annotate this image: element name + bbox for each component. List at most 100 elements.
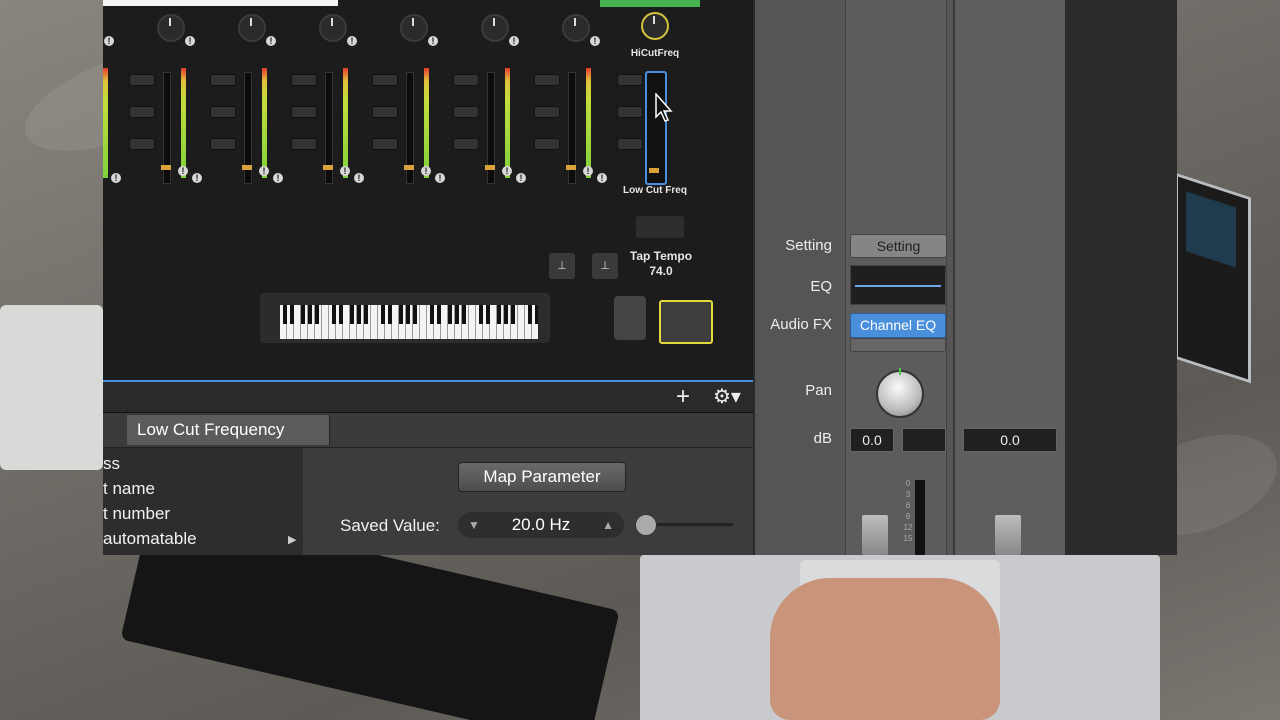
knob[interactable]: [319, 14, 347, 42]
saved-value-stepper[interactable]: ▼ 20.0 Hz ▲: [458, 512, 624, 538]
db-label: dB: [813, 430, 832, 447]
channel-eq-slot[interactable]: Channel EQ: [850, 313, 946, 338]
channel-button[interactable]: [291, 138, 317, 150]
saved-value: 20.0 Hz: [511, 515, 571, 534]
channel-button[interactable]: [453, 74, 479, 86]
volume-db-field[interactable]: 0.0: [963, 428, 1057, 452]
eq-label: EQ: [810, 278, 832, 295]
channel-button[interactable]: [129, 74, 155, 86]
warning-icon: !: [583, 166, 593, 176]
channel-button[interactable]: [617, 138, 643, 150]
channel-button[interactable]: [534, 138, 560, 150]
warning-icon: !: [421, 166, 431, 176]
channel-strip-area: Setting Setting EQ Audio FX Channel EQ P…: [755, 0, 1177, 555]
level-meter: [505, 68, 510, 178]
midi-keyboard-left: [0, 305, 103, 470]
increment-icon[interactable]: ▲: [602, 512, 614, 538]
value-slider-handle[interactable]: [635, 514, 657, 536]
scale-tick: 0: [905, 479, 911, 488]
knob[interactable]: [481, 14, 509, 42]
warning-icon: !: [104, 36, 114, 46]
warning-icon: !: [185, 36, 195, 46]
channel-button[interactable]: [617, 106, 643, 118]
channel-button[interactable]: [372, 138, 398, 150]
hicutfreq-knob[interactable]: [641, 12, 669, 40]
fader-handle[interactable]: [485, 165, 495, 170]
knob[interactable]: [157, 14, 185, 42]
scale-tick: 12: [903, 523, 913, 532]
scale-tick: 9: [905, 512, 911, 521]
mod-wheel-icon[interactable]: ⊥: [592, 253, 618, 279]
knob[interactable]: [400, 14, 428, 42]
channel-button[interactable]: [210, 106, 236, 118]
level-meter: [915, 480, 925, 555]
channel-button[interactable]: [534, 106, 560, 118]
map-parameter-button[interactable]: Map Parameter: [458, 462, 626, 492]
fader-handle[interactable]: [242, 165, 252, 170]
channel-button[interactable]: [210, 74, 236, 86]
laptop-side: [1175, 172, 1251, 384]
sustain-pedal-icon[interactable]: [659, 300, 713, 344]
level-meter: [586, 68, 591, 178]
mouse-cursor-icon: [655, 93, 673, 122]
warning-icon: !: [340, 166, 350, 176]
piano-keys[interactable]: [280, 305, 538, 339]
fader-handle[interactable]: [566, 165, 576, 170]
knob[interactable]: [238, 14, 266, 42]
channel-button[interactable]: [372, 74, 398, 86]
pan-knob[interactable]: [876, 368, 924, 418]
channel-button[interactable]: [453, 138, 479, 150]
volume-fader[interactable]: [995, 515, 1021, 555]
channel-button[interactable]: [617, 74, 643, 86]
fader-handle[interactable]: [323, 165, 333, 170]
list-item[interactable]: t number: [103, 504, 170, 524]
panel-toolbar: + ⚙▾: [103, 382, 753, 413]
level-meter: [181, 68, 186, 178]
volume-fader[interactable]: [862, 515, 888, 555]
channel-button[interactable]: [210, 138, 236, 150]
volume-db-field[interactable]: 0.0: [850, 428, 894, 452]
channel-button[interactable]: [453, 106, 479, 118]
warning-icon: !: [516, 173, 526, 183]
gear-icon[interactable]: ⚙▾: [713, 386, 749, 408]
fader-handle[interactable]: [649, 168, 659, 173]
scale-tick: 6: [905, 501, 911, 510]
peak-field[interactable]: [902, 428, 946, 452]
keyboard-widget[interactable]: [260, 293, 550, 343]
audio-fx-label: Audio FX: [770, 316, 832, 333]
dark-column: [1065, 0, 1177, 555]
channel-button[interactable]: [129, 138, 155, 150]
warning-icon: !: [597, 173, 607, 183]
pitch-bend-icon[interactable]: ⊥: [549, 253, 575, 279]
add-icon[interactable]: +: [671, 385, 695, 409]
channel-button[interactable]: [372, 106, 398, 118]
expression-pedal-icon[interactable]: [614, 296, 646, 340]
empty-fx-slot[interactable]: [850, 338, 946, 352]
warning-icon: !: [502, 166, 512, 176]
fader-handle[interactable]: [404, 165, 414, 170]
channel-button[interactable]: [291, 106, 317, 118]
setting-button[interactable]: Setting: [850, 234, 947, 258]
submenu-arrow-icon: ▶: [288, 534, 297, 546]
top-strip: [103, 0, 338, 6]
channel-button[interactable]: [534, 74, 560, 86]
list-item[interactable]: automatable: [103, 529, 197, 549]
fader-handle[interactable]: [161, 165, 171, 170]
level-meter: [343, 68, 348, 178]
list-item[interactable]: ss: [103, 454, 120, 474]
tap-tempo-label: Tap Tempo: [629, 249, 693, 263]
list-item[interactable]: t name: [103, 479, 155, 499]
saved-value-label: Saved Value:: [340, 516, 440, 535]
knob[interactable]: [562, 14, 590, 42]
channel-button[interactable]: [291, 74, 317, 86]
warning-icon: !: [192, 173, 202, 183]
warning-icon: !: [435, 173, 445, 183]
tap-tempo-button[interactable]: [636, 216, 684, 238]
warning-icon: !: [354, 173, 364, 183]
tab-low-cut-frequency[interactable]: Low Cut Frequency: [127, 415, 330, 445]
eq-display[interactable]: [850, 265, 946, 305]
decrement-icon[interactable]: ▼: [468, 512, 480, 538]
warning-icon: !: [266, 36, 276, 46]
channel-button[interactable]: [129, 106, 155, 118]
meter-scale: 0 3 6 9 12 15: [903, 478, 913, 544]
